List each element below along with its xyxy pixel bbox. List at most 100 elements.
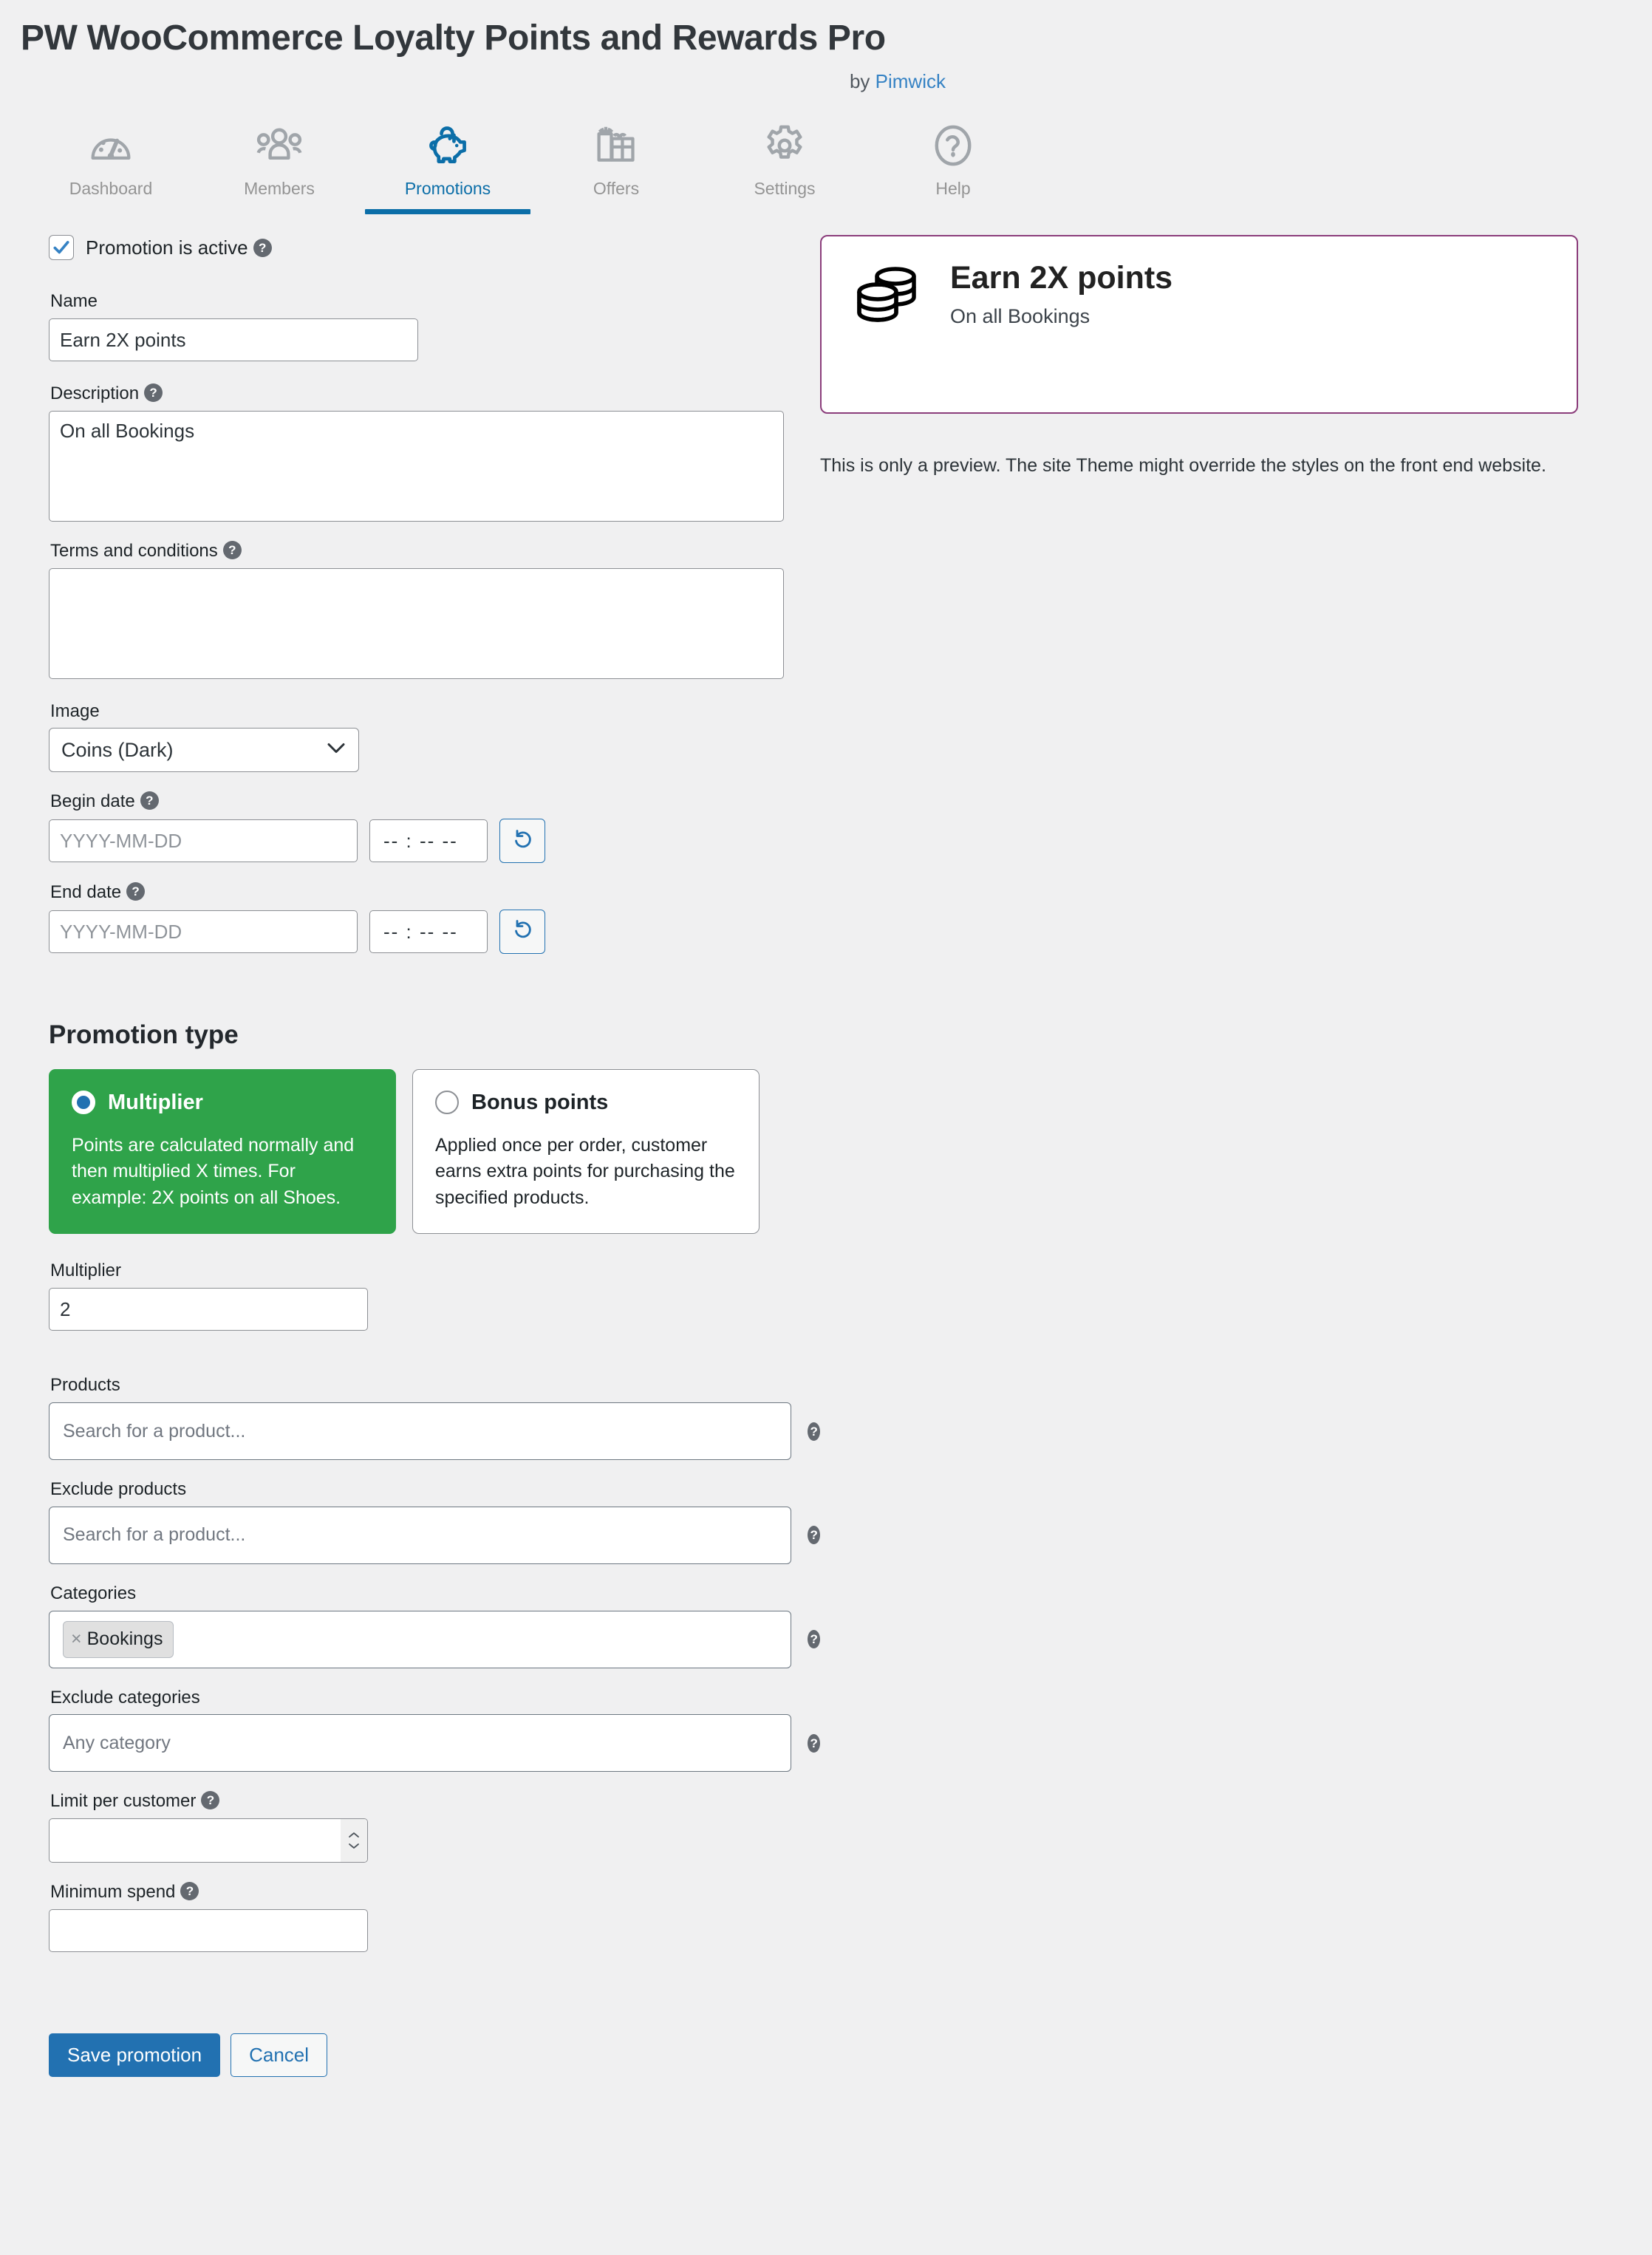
categories-field-group: Categories × Bookings ? [49, 1583, 820, 1668]
exclude-products-row: Search for a product... ? [49, 1506, 820, 1564]
help-icon[interactable]: ? [144, 383, 163, 402]
help-icon[interactable]: ? [808, 1733, 820, 1753]
end-time-input[interactable]: -- : -- -- [369, 910, 488, 953]
end-date-label: End date? [50, 882, 820, 904]
pimwick-link[interactable]: Pimwick [876, 70, 946, 92]
begin-time-value: -- : -- -- [383, 830, 458, 853]
begin-date-group: Begin date? YYYY-MM-DD -- : -- -- [49, 791, 820, 864]
help-icon[interactable]: ? [808, 1526, 820, 1545]
end-date-row: YYYY-MM-DD -- : -- -- [49, 909, 820, 954]
help-icon[interactable]: ? [222, 540, 242, 559]
category-token[interactable]: × Bookings [63, 1620, 174, 1658]
piggy-bank-icon [425, 121, 471, 170]
help-icon[interactable]: ? [180, 1882, 199, 1901]
categories-input[interactable]: × Bookings [49, 1610, 792, 1668]
tab-underline [870, 209, 1036, 214]
help-icon[interactable]: ? [808, 1422, 820, 1441]
preview-panel: Earn 2X points On all Bookings This is o… [820, 235, 1652, 2106]
promotion-type-cards: Multiplier Points are calculated normall… [49, 1068, 820, 1235]
exclude-categories-placeholder: Any category [63, 1732, 171, 1753]
terms-field-group: Terms and conditions? [49, 540, 820, 679]
multiplier-field-group: Multiplier 2 [49, 1260, 820, 1331]
help-icon[interactable]: ? [808, 1630, 820, 1649]
save-promotion-button[interactable]: Save promotion [49, 2033, 221, 2077]
tab-promotions[interactable]: Promotions [363, 121, 532, 215]
minimum-spend-input[interactable] [49, 1909, 368, 1953]
multiplier-radio[interactable] [72, 1091, 95, 1115]
page-header: PW WooCommerce Loyalty Points and Reward… [0, 0, 1652, 93]
name-label: Name [50, 291, 98, 312]
image-select[interactable]: Coins (Dark) [49, 728, 359, 773]
tab-members[interactable]: Members [195, 121, 363, 214]
multiplier-title: Multiplier [108, 1090, 203, 1114]
tab-underline [365, 209, 530, 215]
exclude-categories-label: Exclude categories [50, 1687, 200, 1708]
multiplier-input[interactable]: 2 [49, 1288, 368, 1331]
tab-underline [702, 209, 867, 214]
preview-text: Earn 2X points On all Bookings [950, 262, 1173, 328]
exclude-products-placeholder: Search for a product... [63, 1524, 246, 1546]
limit-per-customer-input[interactable] [49, 1818, 368, 1863]
products-input[interactable]: Search for a product... [49, 1402, 792, 1461]
tab-dashboard[interactable]: Dashboard [27, 121, 195, 214]
byline-prefix: by [849, 70, 876, 93]
minimum-spend-label: Minimum spend? [50, 1882, 820, 1903]
byline: by Pimwick [21, 70, 946, 93]
limit-per-customer-stepper[interactable] [49, 1818, 368, 1863]
begin-date-reset-button[interactable] [499, 819, 545, 864]
help-icon[interactable]: ? [140, 791, 159, 811]
page-title: PW WooCommerce Loyalty Points and Reward… [21, 18, 886, 58]
tab-label: Members [244, 179, 315, 199]
radio-dot [77, 1096, 90, 1110]
promotion-active-checkbox[interactable] [49, 235, 74, 261]
terms-label: Terms and conditions? [50, 540, 820, 562]
multiplier-head: Multiplier [72, 1091, 373, 1115]
tab-underline [197, 209, 362, 214]
bonus-points-radio[interactable] [435, 1091, 459, 1115]
gauge-icon [89, 121, 133, 170]
begin-time-input[interactable]: -- : -- -- [369, 819, 488, 863]
promotion-type-bonus-points[interactable]: Bonus points Applied once per order, cus… [412, 1068, 760, 1235]
coins-stack-icon [851, 262, 928, 332]
tab-label: Offers [593, 179, 640, 199]
token-label: Bookings [86, 1628, 163, 1650]
promotion-type-multiplier[interactable]: Multiplier Points are calculated normall… [49, 1068, 396, 1235]
exclude-categories-input[interactable]: Any category [49, 1714, 792, 1773]
promotion-active-row: Promotion is active ? [49, 235, 820, 261]
begin-date-row: YYYY-MM-DD -- : -- -- [49, 819, 820, 864]
exclude-categories-row: Any category ? [49, 1714, 820, 1773]
form-actions: Save promotion Cancel [49, 2033, 820, 2106]
end-date-input[interactable]: YYYY-MM-DD [49, 910, 358, 953]
image-label: Image [50, 700, 100, 721]
description-textarea[interactable] [49, 410, 784, 522]
tab-help[interactable]: Help [869, 121, 1037, 214]
tab-label: Dashboard [69, 179, 153, 199]
multiplier-label: Multiplier [50, 1260, 122, 1281]
name-input[interactable]: Earn 2X points [49, 318, 418, 361]
end-date-reset-button[interactable] [499, 909, 545, 954]
begin-date-input[interactable]: YYYY-MM-DD [49, 819, 358, 863]
categories-label: Categories [50, 1583, 137, 1603]
help-icon[interactable]: ? [201, 1791, 220, 1810]
cancel-button[interactable]: Cancel [231, 2033, 328, 2077]
help-icon[interactable]: ? [253, 238, 272, 257]
reset-arrow-icon [511, 828, 533, 854]
image-select-value: Coins (Dark) [49, 728, 359, 773]
stepper-arrows-icon[interactable] [341, 1819, 367, 1863]
gear-icon [763, 121, 806, 170]
begin-date-label: Begin date? [50, 791, 820, 813]
tab-offers[interactable]: Offers [532, 121, 700, 214]
terms-textarea[interactable] [49, 567, 784, 679]
products-placeholder: Search for a product... [63, 1420, 246, 1442]
tab-settings[interactable]: Settings [700, 121, 869, 214]
token-remove-icon[interactable]: × [71, 1628, 82, 1650]
exclude-products-input[interactable]: Search for a product... [49, 1506, 792, 1564]
help-icon[interactable]: ? [126, 882, 146, 901]
exclude-products-field-group: Exclude products Search for a product...… [49, 1479, 820, 1564]
